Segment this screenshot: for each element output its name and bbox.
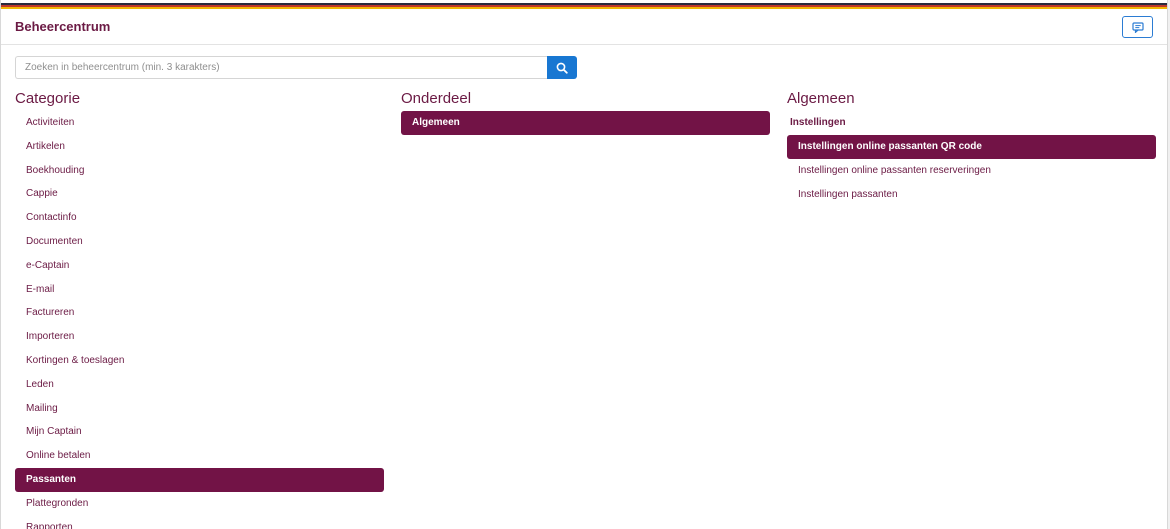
categorie-item-mailing[interactable]: Mailing: [15, 397, 384, 421]
categorie-item-e-captain[interactable]: e-Captain: [15, 254, 384, 278]
instellingen-group-label: Instellingen: [790, 117, 846, 128]
categorie-item-contactinfo[interactable]: Contactinfo: [15, 206, 384, 230]
categorie-item-passanten[interactable]: Passanten: [15, 467, 384, 492]
page-header: Beheercentrum: [1, 9, 1167, 45]
page-title: Beheercentrum: [15, 19, 111, 34]
search-input[interactable]: [15, 56, 547, 79]
search-button[interactable]: [547, 56, 577, 79]
algemeen-item-instellingen-online-passanten-reserveringen[interactable]: Instellingen online passanten reserverin…: [787, 159, 1156, 183]
categorie-item-plattegronden[interactable]: Plattegronden: [15, 492, 384, 516]
categorie-item-e-mail[interactable]: E-mail: [15, 278, 384, 302]
algemeen-heading: Algemeen: [787, 90, 855, 107]
categorie-item-documenten[interactable]: Documenten: [15, 230, 384, 254]
categorie-list: Activiteiten Artikelen Boekhouding Cappie Co…: [15, 111, 384, 529]
onderdeel-heading: Onderdeel: [401, 90, 472, 107]
categorie-item-importeren[interactable]: Importeren: [15, 325, 384, 349]
algemeen-item-instellingen-passanten[interactable]: Instellingen passanten: [787, 183, 1156, 207]
onderdeel-list: Algemeen: [401, 111, 770, 135]
categorie-item-factureren[interactable]: Factureren: [15, 301, 384, 325]
categorie-item-mijn-captain[interactable]: Mijn Captain: [15, 420, 384, 444]
categorie-heading: Categorie: [15, 90, 81, 107]
categorie-item-kortingen-toeslagen[interactable]: Kortingen & toeslagen: [15, 349, 384, 373]
categorie-item-activiteiten[interactable]: Activiteiten: [15, 111, 384, 135]
page-frame: Beheercentrum Categorie ActiviteitenArti…: [0, 0, 1168, 529]
categorie-item-artikelen[interactable]: Artikelen: [15, 135, 384, 159]
categorie-item-rapporten[interactable]: Rapporten: [15, 516, 384, 529]
search-icon: [556, 62, 568, 74]
chat-icon: [1131, 21, 1144, 33]
categorie-item-cappie[interactable]: Cappie: [15, 182, 384, 206]
onderdeel-item-algemeen[interactable]: Algemeen: [401, 111, 770, 135]
categorie-item-online-betalen[interactable]: Online betalen: [15, 444, 384, 468]
algemeen-list: Instellingen online passanten QR code Ins…: [787, 135, 1156, 206]
feedback-button[interactable]: [1122, 16, 1153, 38]
categorie-item-leden[interactable]: Leden: [15, 373, 384, 397]
categorie-item-boekhouding[interactable]: Boekhouding: [15, 159, 384, 183]
algemeen-item-instellingen-online-passanten-qr-code[interactable]: Instellingen online passanten QR code: [787, 135, 1156, 159]
